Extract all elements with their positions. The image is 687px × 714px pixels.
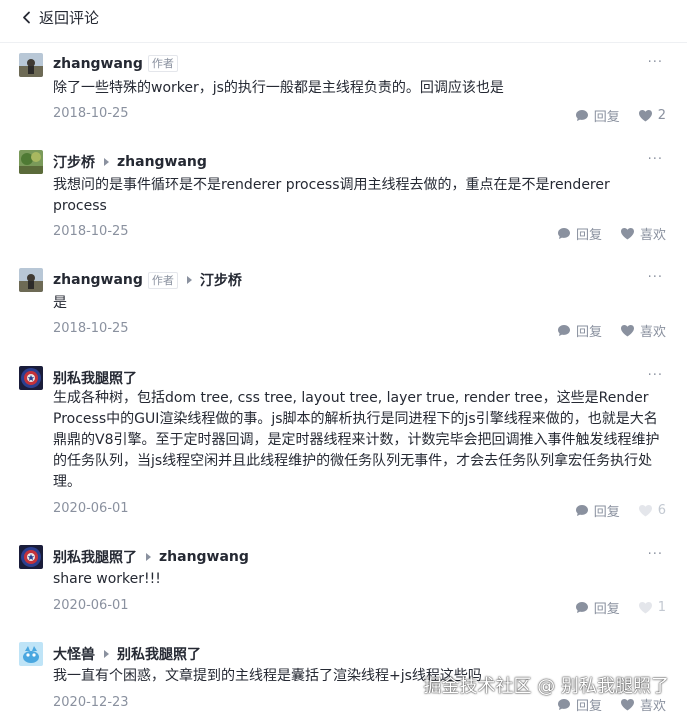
like-count: 2 [657,108,666,123]
comment-date: 2018-10-25 [53,224,129,239]
header: 返回评论 [0,0,687,34]
back-button[interactable]: 返回评论 [22,7,99,28]
heart-icon [638,601,653,614]
more-options-icon[interactable]: ··· [648,368,663,383]
like-button[interactable]: 喜欢 [620,321,666,340]
comment-text: 除了一些特殊的worker，js的执行一般都是主线程负责的。回调应该也是 [53,80,504,96]
comment-text: share worker!!! [53,571,161,587]
reply-to-name[interactable]: zhangwang [117,154,207,170]
like-button[interactable]: 1 [638,600,666,615]
heart-icon [638,109,653,122]
back-label: 返回评论 [39,8,100,27]
like-label: 喜欢 [639,325,666,340]
reply-label: 回复 [593,602,620,617]
chevron-left-icon [23,11,30,23]
more-options-icon[interactable]: ··· [648,270,663,285]
comment-date: 2020-12-23 [53,695,129,710]
like-button[interactable]: 喜欢 [620,224,666,243]
comment-icon [575,109,589,122]
comment-icon [575,504,589,517]
avatar[interactable] [19,545,43,569]
reply-to-arrow-icon [104,650,109,658]
reply-to-name[interactable]: 别私我腿照了 [117,644,201,664]
avatar[interactable] [19,268,43,292]
heart-icon [620,698,635,711]
reply-label: 回复 [575,228,602,243]
heart-icon [620,227,635,240]
avatar[interactable] [19,53,43,77]
comment-icon [557,227,571,240]
comment-date: 2018-10-25 [53,321,129,336]
reply-to-arrow-icon [186,276,192,284]
more-options-icon[interactable]: ··· [648,547,663,562]
author-name[interactable]: 汀步桥 [53,152,95,172]
comment-text: 我想问的是事件循环是不是renderer process调用主线程去做的，重点在… [53,177,610,214]
heart-icon [638,504,653,517]
reply-button[interactable]: 回复 [557,224,602,243]
header-divider [0,42,687,43]
more-options-icon[interactable]: ··· [648,152,663,167]
author-name[interactable]: 别私我腿照了 [53,547,137,567]
author-name[interactable]: zhangwang [53,56,143,72]
like-button[interactable]: 6 [638,503,666,518]
reply-to-arrow-icon [104,158,109,166]
comment-text: 是 [53,295,67,311]
comment-text: 生成各种树，包括dom tree, css tree, layout tree,… [53,390,660,490]
reply-label: 回复 [575,325,602,340]
comment-icon [557,324,571,337]
author-badge: 作者 [147,55,178,72]
comment-date: 2020-06-01 [53,501,129,516]
reply-label: 回复 [593,110,620,125]
comment-date: 2018-10-25 [53,106,129,121]
like-count: 6 [657,503,666,518]
comment-icon [557,698,571,711]
reply-to-arrow-icon [146,553,151,561]
avatar[interactable] [19,150,43,174]
reply-button[interactable]: 回复 [575,501,620,520]
author-name[interactable]: 大怪兽 [53,644,95,664]
author-badge: 作者 [147,271,178,289]
reply-button[interactable]: 回复 [557,321,602,340]
author-name[interactable]: zhangwang [53,272,143,288]
like-button[interactable]: 2 [638,108,666,123]
avatar[interactable] [19,642,43,666]
reply-button[interactable]: 回复 [575,598,620,617]
like-label: 喜欢 [639,228,666,243]
reply-to-name[interactable]: 汀步桥 [200,270,242,290]
comment-date: 2020-06-01 [53,598,129,613]
author-name[interactable]: 别私我腿照了 [53,368,137,388]
reply-button[interactable]: 回复 [575,106,620,125]
reply-label: 回复 [593,505,620,520]
watermark: 掘金技术社区 @ 别私我腿照了 [423,676,669,697]
avatar[interactable] [19,366,43,390]
like-count: 1 [657,600,666,615]
comment-icon [575,601,589,614]
heart-icon [620,324,635,337]
more-options-icon[interactable]: ··· [648,55,663,70]
reply-to-name[interactable]: zhangwang [159,549,249,565]
